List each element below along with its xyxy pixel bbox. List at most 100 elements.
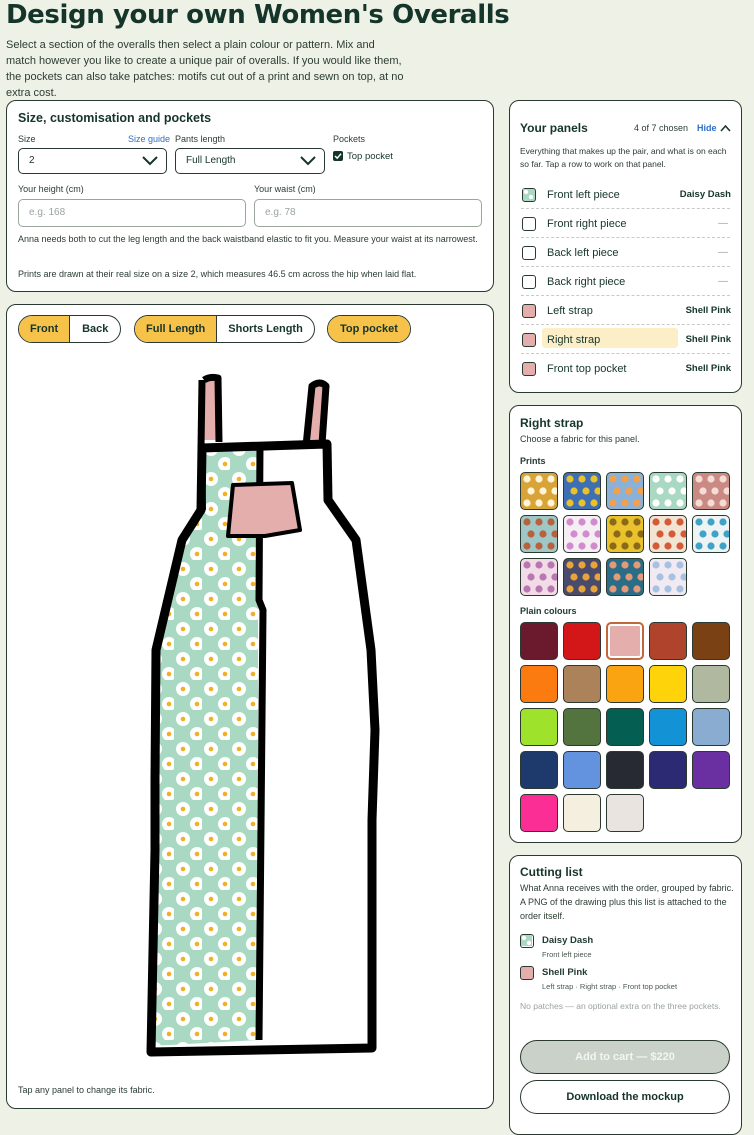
top-pocket-label[interactable]: Top pocket bbox=[347, 151, 393, 162]
length-select-value: Full Length bbox=[186, 155, 236, 166]
plain-colour-swatch[interactable] bbox=[520, 794, 558, 832]
plain-colour-swatch[interactable] bbox=[649, 751, 687, 789]
plain-colour-swatch[interactable] bbox=[520, 708, 558, 746]
pattern-icon bbox=[695, 518, 729, 550]
waist-input[interactable]: e.g. 78 bbox=[254, 199, 482, 227]
length-label: Pants length bbox=[175, 134, 226, 144]
plain-colour-swatch[interactable] bbox=[520, 622, 558, 660]
pattern-icon bbox=[523, 475, 557, 507]
add-to-cart-button[interactable]: Add to cart — $220 bbox=[520, 1040, 730, 1074]
panel-row-name: Left strap bbox=[547, 305, 593, 317]
front-top-pocket-panel[interactable] bbox=[226, 481, 302, 538]
panel-row-right-strap[interactable]: Right strap Shell Pink bbox=[521, 326, 731, 354]
divider bbox=[521, 295, 730, 296]
panel-row-fabric: Shell Pink bbox=[685, 305, 731, 316]
panel-row-front-top-pocket[interactable]: Front top pocket Shell Pink bbox=[521, 355, 731, 383]
print-swatch[interactable] bbox=[649, 515, 687, 553]
panel-row-name: Right strap bbox=[547, 334, 601, 346]
plain-colour-swatch[interactable] bbox=[649, 708, 687, 746]
plain-colour-swatch[interactable] bbox=[649, 665, 687, 703]
chevron-down-icon bbox=[300, 156, 316, 166]
plain-colour-swatch[interactable] bbox=[520, 751, 558, 789]
panel-row-fabric: Shell Pink bbox=[685, 363, 731, 374]
divider bbox=[521, 266, 730, 267]
full-length-button[interactable]: Full Length bbox=[135, 316, 217, 342]
panel-row-fabric: — bbox=[718, 218, 728, 229]
print-swatch[interactable] bbox=[606, 558, 644, 596]
panel-row-name: Front right piece bbox=[547, 218, 627, 230]
plain-colour-swatch[interactable] bbox=[563, 708, 601, 746]
size-select[interactable]: 2 bbox=[18, 148, 167, 174]
plain-colour-swatch[interactable] bbox=[606, 708, 644, 746]
patch-note: No patches — an optional extra on the th… bbox=[520, 1001, 721, 1011]
download-mockup-button[interactable]: Download the mockup bbox=[520, 1080, 730, 1114]
print-swatch[interactable] bbox=[563, 472, 601, 510]
plain-colour-swatch[interactable] bbox=[649, 622, 687, 660]
daisy-swatch-icon bbox=[520, 934, 534, 948]
shorts-length-button[interactable]: Shorts Length bbox=[216, 316, 314, 342]
page-title: Design your own Women's Overalls bbox=[6, 0, 510, 30]
plain-colour-swatch[interactable] bbox=[606, 794, 644, 832]
length-select[interactable]: Full Length bbox=[175, 148, 325, 174]
back-view-button[interactable]: Back bbox=[69, 316, 120, 342]
panel-row-front-right[interactable]: Front right piece — bbox=[521, 210, 731, 238]
panel-row-left-strap[interactable]: Left strap Shell Pink bbox=[521, 297, 731, 325]
plain-colour-swatch[interactable] bbox=[563, 665, 601, 703]
panels-hide-button[interactable]: Hide bbox=[697, 123, 717, 133]
panel-row-back-right[interactable]: Back right piece — bbox=[521, 268, 731, 296]
plain-colour-swatch[interactable] bbox=[563, 794, 601, 832]
panel-row-name: Back right piece bbox=[547, 276, 626, 288]
plain-colour-swatch[interactable] bbox=[606, 622, 644, 660]
print-swatch[interactable] bbox=[692, 515, 730, 553]
size-guide-link[interactable]: Size guide bbox=[128, 134, 170, 144]
print-swatch[interactable] bbox=[520, 472, 558, 510]
print-swatch[interactable] bbox=[520, 515, 558, 553]
pattern-icon bbox=[523, 561, 557, 593]
chevron-up-icon[interactable] bbox=[720, 124, 731, 132]
plain-colour-swatch[interactable] bbox=[563, 751, 601, 789]
print-swatch[interactable] bbox=[563, 515, 601, 553]
view-toggle: Front Back bbox=[18, 315, 122, 343]
shell-pink-swatch-icon bbox=[520, 966, 534, 980]
plain-colour-swatch[interactable] bbox=[606, 751, 644, 789]
empty-swatch-icon bbox=[522, 246, 536, 260]
print-swatch[interactable] bbox=[520, 558, 558, 596]
print-swatch[interactable] bbox=[692, 472, 730, 510]
height-input[interactable]: e.g. 168 bbox=[18, 199, 246, 227]
plain-colour-swatch[interactable] bbox=[692, 708, 730, 746]
divider bbox=[521, 353, 730, 354]
cutting-title: Cutting list bbox=[520, 865, 583, 879]
prints-label: Prints bbox=[520, 456, 546, 466]
plain-colour-swatch[interactable] bbox=[692, 622, 730, 660]
plain-colour-swatch[interactable] bbox=[692, 665, 730, 703]
pattern-icon bbox=[566, 561, 600, 593]
cutting-fabric-name: Shell Pink bbox=[542, 967, 588, 978]
plain-colour-swatch[interactable] bbox=[606, 665, 644, 703]
overalls-drawing bbox=[146, 373, 380, 1057]
print-swatch[interactable] bbox=[606, 515, 644, 553]
front-view-button[interactable]: Front bbox=[19, 316, 70, 342]
print-swatch[interactable] bbox=[649, 558, 687, 596]
plain-colour-swatch[interactable] bbox=[520, 665, 558, 703]
print-swatch[interactable] bbox=[606, 472, 644, 510]
top-pocket-button[interactable]: Top pocket bbox=[328, 316, 410, 342]
print-swatch[interactable] bbox=[649, 472, 687, 510]
panels-title: Your panels bbox=[520, 121, 588, 135]
measure-note: Anna needs both to cut the leg length an… bbox=[18, 234, 478, 244]
pattern-icon bbox=[652, 475, 686, 507]
panel-row-back-left[interactable]: Back left piece — bbox=[521, 239, 731, 267]
height-label: Your height (cm) bbox=[18, 184, 84, 194]
cutting-desc: What Anna receives with the order, group… bbox=[520, 883, 734, 921]
check-icon bbox=[334, 153, 342, 160]
panels-desc: Everything that makes up the pair, and w… bbox=[520, 146, 727, 169]
print-swatch[interactable] bbox=[563, 558, 601, 596]
cutting-pieces: Left strap · Right strap · Front top poc… bbox=[542, 982, 678, 991]
panel-row-front-left[interactable]: Front left piece Daisy Dash bbox=[521, 181, 731, 209]
plain-colour-swatch[interactable] bbox=[563, 622, 601, 660]
plain-colour-swatch[interactable] bbox=[692, 751, 730, 789]
top-pocket-checkbox[interactable] bbox=[333, 151, 343, 161]
size-label: Size bbox=[18, 134, 36, 144]
cutting-pieces: Front left piece bbox=[542, 950, 592, 959]
size-card-title: Size, customisation and pockets bbox=[18, 111, 212, 125]
daisy-swatch-icon bbox=[522, 188, 536, 202]
